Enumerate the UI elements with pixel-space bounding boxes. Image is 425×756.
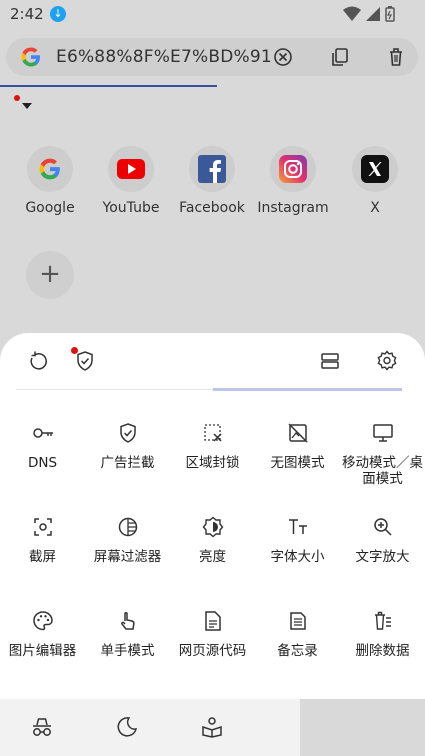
reader-mode-icon[interactable] — [200, 715, 224, 739]
system-icons — [343, 6, 395, 22]
menu-item-dns[interactable]: DNS — [0, 421, 85, 471]
shield-check-icon[interactable] — [73, 349, 97, 373]
menu-item-font-size[interactable]: 字体大小 — [255, 515, 340, 565]
menu-item-region-block[interactable]: 区域封锁 — [170, 421, 255, 471]
one-hand-icon — [120, 612, 135, 630]
url-text[interactable]: E6%88%8F%E7%BD%91 — [56, 47, 272, 67]
shortcut-label: Google — [25, 200, 75, 216]
brightness-icon — [202, 516, 223, 538]
key-icon — [32, 428, 53, 438]
region-block-icon — [203, 424, 222, 442]
plus-icon: + — [39, 259, 61, 289]
copy-icon[interactable] — [329, 46, 351, 68]
page-indicator — [213, 388, 402, 391]
url-bar[interactable]: E6%88%8F%E7%BD%91 — [6, 38, 418, 76]
youtube-icon — [108, 146, 154, 192]
shortcut-label: Instagram — [257, 200, 329, 216]
shortcut-x[interactable]: X — [334, 146, 416, 216]
no-image-icon — [287, 423, 308, 443]
menu-item-label: 网页源代码 — [178, 643, 247, 659]
menu-item-screenshot[interactable]: 截屏 — [0, 515, 85, 565]
memo-icon — [289, 612, 306, 630]
tab-dropdown-icon[interactable] — [22, 103, 32, 109]
screenshot-icon — [33, 518, 52, 536]
menu-item-no-image[interactable]: 无图模式 — [255, 421, 340, 471]
cell-signal-icon — [366, 7, 380, 21]
dark-mode-icon[interactable] — [115, 715, 139, 739]
bottom-toolbar — [0, 699, 425, 756]
menu-item-text-zoom[interactable]: 文字放大 — [340, 515, 425, 565]
menu-item-desktop-mode[interactable]: 移动模式／桌面模式 — [340, 421, 425, 487]
desktop-icon — [372, 424, 393, 442]
shortcut-facebook[interactable]: Facebook — [171, 146, 253, 216]
menu-item-page-source[interactable]: 网页源代码 — [170, 609, 255, 659]
google-logo-icon — [21, 47, 40, 67]
font-size-icon — [288, 519, 307, 534]
wifi-icon — [343, 6, 361, 21]
add-shortcut-button[interactable]: + — [26, 251, 74, 299]
status-bar: 2:42 ↓ — [0, 0, 425, 30]
page-load-progress — [0, 85, 217, 87]
shield-check-icon — [119, 423, 136, 443]
clear-icon[interactable] — [272, 46, 294, 68]
notification-dot — [14, 95, 20, 101]
menu-item-ad-block[interactable]: 广告拦截 — [85, 421, 170, 471]
tools-menu-sheet: DNS 广告拦截 区域封锁 无图模式 移动模式／桌面模式 截屏 屏幕过滤器 亮度… — [0, 333, 425, 699]
menu-item-label: 图片编辑器 — [8, 643, 77, 659]
screen-filter-icon — [118, 517, 137, 537]
layout-toggle-icon[interactable] — [318, 349, 342, 373]
zoom-in-icon — [373, 518, 392, 536]
menu-item-label: 单手模式 — [100, 643, 155, 659]
shortcut-label: YouTube — [102, 200, 160, 216]
refresh-icon[interactable] — [26, 349, 50, 373]
menu-item-label: 截屏 — [29, 549, 56, 565]
shortcut-instagram[interactable]: Instagram — [252, 146, 334, 216]
settings-icon[interactable] — [375, 349, 399, 373]
menu-item-brightness[interactable]: 亮度 — [170, 515, 255, 565]
facebook-icon — [189, 146, 235, 192]
download-icon: ↓ — [50, 6, 66, 22]
menu-item-image-editor[interactable]: 图片编辑器 — [0, 609, 85, 659]
menu-item-label: 无图模式 — [270, 455, 325, 471]
menu-item-label: 广告拦截 — [100, 455, 155, 471]
menu-item-label: 文字放大 — [355, 549, 410, 565]
battery-icon — [385, 6, 395, 22]
menu-item-label: 移动模式／桌面模式 — [342, 455, 423, 487]
status-time: 2:42 — [10, 5, 44, 23]
delete-icon[interactable] — [385, 46, 407, 68]
menu-item-label: 备忘录 — [277, 643, 318, 659]
x-icon — [352, 146, 398, 192]
incognito-icon[interactable] — [30, 715, 54, 739]
shortcut-youtube[interactable]: YouTube — [90, 146, 172, 216]
menu-item-memo[interactable]: 备忘录 — [255, 609, 340, 659]
instagram-icon — [270, 146, 316, 192]
shortcut-label: Facebook — [179, 200, 245, 216]
google-icon — [27, 146, 73, 192]
menu-item-label: 亮度 — [199, 549, 226, 565]
menu-item-label: 区域封锁 — [185, 455, 240, 471]
shortcut-google[interactable]: Google — [9, 146, 91, 216]
toolbar-shade — [300, 699, 425, 756]
menu-item-label: DNS — [27, 455, 58, 471]
menu-item-screen-filter[interactable]: 屏幕过滤器 — [85, 515, 170, 565]
menu-item-delete-data[interactable]: 删除数据 — [340, 609, 425, 659]
sheet-header — [0, 333, 425, 391]
palette-icon — [32, 611, 53, 631]
shortcut-label: X — [370, 200, 380, 216]
menu-item-label: 删除数据 — [355, 643, 410, 659]
menu-item-label: 屏幕过滤器 — [93, 549, 162, 565]
menu-item-one-hand[interactable]: 单手模式 — [85, 609, 170, 659]
page-source-icon — [204, 611, 221, 631]
delete-data-icon — [374, 611, 391, 630]
menu-item-label: 字体大小 — [270, 549, 325, 565]
